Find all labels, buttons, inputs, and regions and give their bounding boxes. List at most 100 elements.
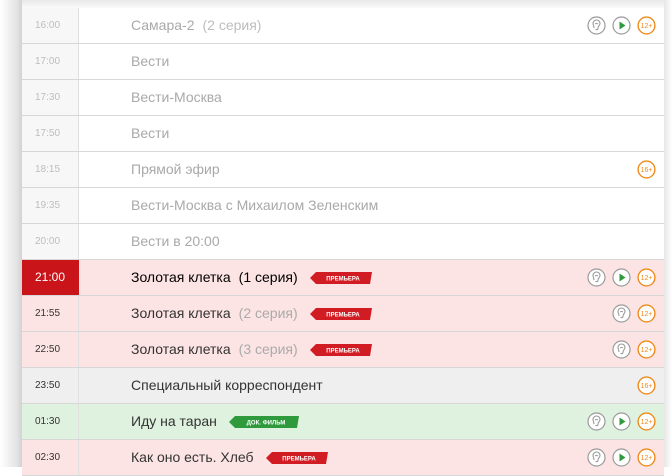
show-title[interactable]: Вести (131, 44, 169, 79)
show-cell: Золотая клетка (3 серия) ПРЕМЬЕРА (131, 332, 372, 367)
ear-icon (587, 268, 606, 287)
schedule-row[interactable]: 19:35 Вести-Москва с Михаилом Зеленским (22, 188, 664, 224)
premiere-badge: ПРЕМЬЕРА (309, 343, 372, 356)
play-icon[interactable] (612, 412, 631, 431)
ear-icon (587, 16, 606, 35)
time-cell: 01:30 (22, 404, 79, 439)
age-16-icon: 16+ (637, 376, 656, 395)
play-icon[interactable] (612, 268, 631, 287)
schedule-row[interactable]: 17:50 Вести (22, 116, 664, 152)
show-cell: Прямой эфир (131, 152, 220, 187)
time-cell: 17:50 (22, 116, 79, 151)
schedule-row[interactable]: 17:30 Вести-Москва (22, 80, 664, 116)
show-cell: Вести в 20:00 (131, 224, 220, 259)
svg-text:16+: 16+ (641, 167, 653, 174)
svg-text:12+: 12+ (641, 347, 653, 354)
time-cell: 17:00 (22, 44, 79, 79)
row-icons: 16+ (637, 152, 656, 187)
episode-label: (3 серия) (238, 341, 298, 357)
svg-text:ПРЕМЬЕРА: ПРЕМЬЕРА (326, 312, 360, 318)
show-cell: Золотая клетка (1 серия) ПРЕМЬЕРА (131, 260, 372, 295)
svg-text:12+: 12+ (641, 419, 653, 426)
time-cell: 20:00 (22, 224, 79, 259)
show-cell: Вести-Москва (131, 80, 222, 115)
schedule-row[interactable]: 01:30 Иду на таран ДОК. ФИЛЬМ 12+ (22, 404, 664, 440)
show-title[interactable]: Как оно есть. Хлеб (131, 440, 254, 475)
svg-text:12+: 12+ (641, 23, 653, 30)
show-title[interactable]: Самара-2 (131, 8, 195, 43)
time-cell: 19:35 (22, 188, 79, 223)
show-title[interactable]: Специальный корреспондент (131, 368, 323, 403)
show-title[interactable]: Золотая клетка (131, 296, 231, 331)
svg-text:ПРЕМЬЕРА: ПРЕМЬЕРА (282, 456, 316, 462)
play-icon[interactable] (612, 16, 631, 35)
time-cell: 02:30 (22, 440, 79, 475)
svg-text:12+: 12+ (641, 311, 653, 318)
time-cell: 17:30 (22, 80, 79, 115)
show-title[interactable]: Золотая клетка (131, 260, 231, 295)
age-12-icon: 12+ (637, 304, 656, 323)
schedule-row[interactable]: 21:00 Золотая клетка (1 серия) ПРЕМЬЕРА 12+ (22, 260, 664, 296)
row-icons: 12+ (587, 8, 656, 43)
row-icons: 12+ (587, 260, 656, 295)
show-cell: Специальный корреспондент (131, 368, 323, 403)
show-title[interactable]: Вести (131, 116, 169, 151)
svg-text:ПРЕМЬЕРА: ПРЕМЬЕРА (326, 276, 360, 282)
time-cell: 16:00 (22, 8, 79, 43)
row-icons: 12+ (587, 404, 656, 439)
show-title[interactable]: Вести-Москва (131, 80, 222, 115)
show-title[interactable]: Золотая клетка (131, 332, 231, 367)
svg-text:16+: 16+ (641, 383, 653, 390)
show-cell: Золотая клетка (2 серия) ПРЕМЬЕРА (131, 296, 372, 331)
schedule-row[interactable]: 17:00 Вести (22, 44, 664, 80)
show-title[interactable]: Прямой эфир (131, 152, 220, 187)
time-cell: 18:15 (22, 152, 79, 187)
row-icons: 12+ (612, 332, 656, 367)
schedule-row[interactable]: 18:15 Прямой эфир 16+ (22, 152, 664, 188)
svg-text:ПРЕМЬЕРА: ПРЕМЬЕРА (326, 348, 360, 354)
svg-text:12+: 12+ (641, 275, 653, 282)
row-icons: 12+ (612, 296, 656, 331)
show-cell: Самара-2 (2 серия) (131, 8, 261, 43)
show-title[interactable]: Иду на таран (131, 404, 217, 439)
doc-film-badge: ДОК. ФИЛЬМ (228, 415, 299, 428)
premiere-badge: ПРЕМЬЕРА (265, 451, 328, 464)
ear-icon (587, 412, 606, 431)
ear-icon (612, 340, 631, 359)
age-12-icon: 12+ (637, 16, 656, 35)
premiere-badge: ПРЕМЬЕРА (309, 307, 372, 320)
time-cell: 22:50 (22, 332, 79, 367)
left-shadow (0, 0, 22, 467)
age-12-icon: 12+ (637, 412, 656, 431)
age-12-icon: 12+ (637, 268, 656, 287)
tv-schedule-list: 16:00 Самара-2 (2 серия) 12+ 17:00 Вести 17:30… (22, 8, 664, 476)
ear-icon (612, 304, 631, 323)
age-12-icon: 12+ (637, 340, 656, 359)
show-cell: Вести (131, 44, 169, 79)
time-cell: 21:55 (22, 296, 79, 331)
age-12-icon: 12+ (637, 448, 656, 467)
episode-label: (2 серия) (238, 305, 298, 321)
svg-text:ДОК. ФИЛЬМ: ДОК. ФИЛЬМ (247, 420, 286, 426)
age-16-icon: 16+ (637, 160, 656, 179)
time-cell: 23:50 (22, 368, 79, 403)
episode-label: (2 серия) (202, 17, 262, 33)
schedule-row[interactable]: 02:30 Как оно есть. Хлеб ПРЕМЬЕРА 12+ (22, 440, 664, 476)
schedule-row[interactable]: 16:00 Самара-2 (2 серия) 12+ (22, 8, 664, 44)
show-cell: Иду на таран ДОК. ФИЛЬМ (131, 404, 299, 439)
play-icon[interactable] (612, 448, 631, 467)
schedule-row[interactable]: 22:50 Золотая клетка (3 серия) ПРЕМЬЕРА 12+ (22, 332, 664, 368)
row-icons: 12+ (587, 440, 656, 475)
show-cell: Как оно есть. Хлеб ПРЕМЬЕРА (131, 440, 328, 475)
right-shadow (664, 0, 672, 467)
row-icons: 16+ (637, 368, 656, 403)
schedule-row[interactable]: 20:00 Вести в 20:00 (22, 224, 664, 260)
schedule-row[interactable]: 21:55 Золотая клетка (2 серия) ПРЕМЬЕРА 12+ (22, 296, 664, 332)
svg-text:12+: 12+ (641, 455, 653, 462)
show-title[interactable]: Вести-Москва с Михаилом Зеленским (131, 188, 378, 223)
ear-icon (587, 448, 606, 467)
show-cell: Вести-Москва с Михаилом Зеленским (131, 188, 378, 223)
premiere-badge: ПРЕМЬЕРА (309, 271, 372, 284)
schedule-row[interactable]: 23:50 Специальный корреспондент 16+ (22, 368, 664, 404)
show-title[interactable]: Вести в 20:00 (131, 224, 220, 259)
